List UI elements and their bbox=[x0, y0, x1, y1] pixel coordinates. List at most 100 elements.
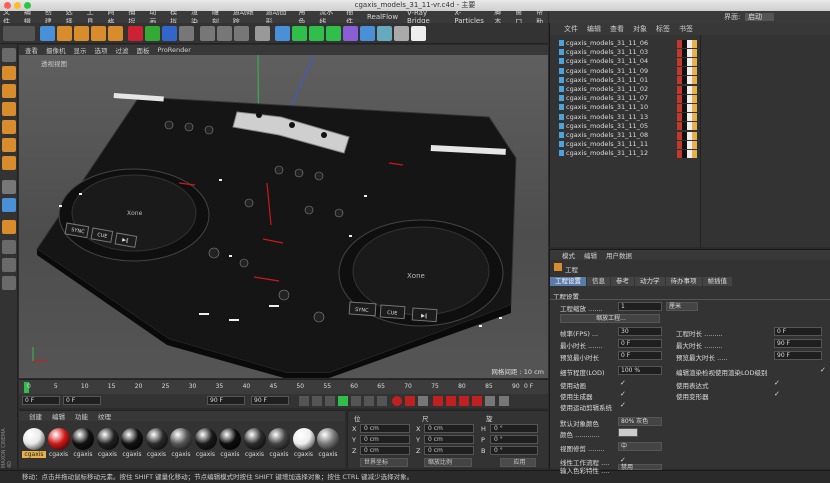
polygons-mode-icon[interactable] bbox=[2, 156, 16, 170]
material-label[interactable]: cgaxis bbox=[194, 451, 218, 458]
material-swatch[interactable] bbox=[121, 428, 143, 450]
prev-key-icon[interactable] bbox=[312, 396, 322, 406]
coord-scale-dropdown[interactable]: 缩放比例 bbox=[424, 458, 472, 467]
nurbs-icon[interactable] bbox=[326, 26, 341, 41]
material-label[interactable]: cgaxis bbox=[218, 451, 242, 458]
material-tags[interactable] bbox=[677, 131, 697, 140]
scale-unit-dropdown[interactable]: 厘米 bbox=[666, 302, 698, 311]
cube-icon[interactable] bbox=[275, 26, 290, 41]
material-menu-item[interactable]: 纹理 bbox=[98, 411, 111, 421]
timeline-ruler[interactable]: 0 5 10 15 20 25 30 35 40 45 50 55 60 65 70 75 80 85 90 0 F bbox=[19, 379, 548, 394]
use-expression-checkbox[interactable]: ✓ bbox=[774, 379, 780, 387]
object-name[interactable]: cgaxis_models_31_11_04 bbox=[566, 57, 648, 65]
pad-cue-right[interactable]: CUE bbox=[387, 310, 398, 317]
object-name[interactable]: cgaxis_models_31_11_06 bbox=[566, 39, 648, 47]
go-to-start-icon[interactable] bbox=[299, 396, 309, 406]
view-clip-dropdown[interactable]: 中 bbox=[618, 442, 662, 451]
min-time-value[interactable]: 0 F bbox=[618, 339, 662, 348]
subdivision-icon[interactable] bbox=[292, 26, 307, 41]
material-tags[interactable] bbox=[677, 48, 697, 57]
material-swatch[interactable] bbox=[170, 428, 192, 450]
object-menu-item[interactable]: 对象 bbox=[633, 24, 647, 34]
next-key-icon[interactable] bbox=[364, 396, 374, 406]
rotation-key-icon[interactable] bbox=[459, 396, 469, 406]
viewport-menu-item[interactable]: 摄像机 bbox=[46, 45, 66, 55]
material-tags[interactable] bbox=[677, 85, 697, 94]
axis-mode-icon[interactable] bbox=[2, 180, 16, 194]
coordinate-system-icon[interactable] bbox=[179, 26, 194, 41]
attr-tab[interactable]: 帧插值 bbox=[702, 277, 732, 286]
object-menu-item[interactable]: 标签 bbox=[656, 24, 670, 34]
material-label[interactable]: cgaxis bbox=[120, 451, 144, 458]
coord-pos-y[interactable]: 0 cm bbox=[360, 435, 410, 444]
material-label[interactable]: cgaxis bbox=[267, 451, 291, 458]
object-name[interactable]: cgaxis_models_31_11_05 bbox=[566, 122, 648, 130]
x-axis-lock-icon[interactable] bbox=[128, 26, 143, 41]
lod-value[interactable]: 100 % bbox=[618, 366, 662, 375]
object-menu-item[interactable]: 查看 bbox=[610, 24, 624, 34]
use-animation-checkbox[interactable]: ✓ bbox=[620, 379, 626, 387]
input-color-dropdown[interactable]: 禁用 bbox=[618, 464, 662, 471]
viewport-menu-item[interactable]: 面板 bbox=[137, 45, 150, 55]
pad-play-right[interactable]: ▶‖ bbox=[421, 313, 428, 319]
use-motion-checkbox[interactable]: ✓ bbox=[620, 401, 626, 409]
menu-item[interactable]: RealFlow bbox=[367, 13, 398, 21]
grid-icon[interactable] bbox=[377, 26, 392, 41]
object-name[interactable]: cgaxis_models_31_11_09 bbox=[566, 67, 648, 75]
material-swatch[interactable] bbox=[268, 428, 290, 450]
material-label[interactable]: cgaxis bbox=[145, 451, 169, 458]
viewport-menu-item[interactable]: ProRender bbox=[158, 46, 191, 54]
material-swatch[interactable] bbox=[219, 428, 241, 450]
use-generator-checkbox[interactable]: ✓ bbox=[620, 390, 626, 398]
coord-size-x[interactable]: 0 cm bbox=[424, 424, 474, 433]
attr-menu-item[interactable]: 模式 bbox=[562, 250, 575, 260]
material-tags[interactable] bbox=[677, 39, 697, 48]
current-frame-field[interactable]: 0 F bbox=[63, 396, 101, 405]
y-axis-lock-icon[interactable] bbox=[145, 26, 160, 41]
attr-tab[interactable]: 动力学 bbox=[635, 277, 665, 286]
material-tags[interactable] bbox=[677, 113, 697, 122]
coord-rot-p[interactable]: 0 ° bbox=[490, 435, 538, 444]
material-swatch[interactable] bbox=[145, 428, 168, 450]
material-tags[interactable] bbox=[677, 103, 697, 112]
move-icon[interactable] bbox=[57, 26, 72, 41]
material-tags[interactable] bbox=[677, 57, 697, 66]
material-label[interactable]: cgaxis bbox=[47, 451, 71, 458]
undo-redo-icon[interactable] bbox=[3, 26, 35, 41]
recent-tools-icon[interactable] bbox=[108, 26, 123, 41]
play-icon[interactable] bbox=[338, 396, 348, 406]
preview-min-value[interactable]: 0 F bbox=[618, 351, 662, 360]
texture-mode-icon[interactable] bbox=[2, 84, 16, 98]
coord-pos-x[interactable]: 0 cm bbox=[360, 424, 410, 433]
start-frame-field[interactable]: 0 F bbox=[22, 396, 60, 405]
use-deformer-checkbox[interactable]: ✓ bbox=[774, 390, 780, 398]
object-name[interactable]: cgaxis_models_31_11_12 bbox=[566, 149, 648, 157]
object-name[interactable]: cgaxis_models_31_11_02 bbox=[566, 85, 648, 93]
light-icon[interactable] bbox=[411, 26, 426, 41]
minimize-window-button[interactable] bbox=[14, 2, 21, 9]
pla-key-icon[interactable] bbox=[485, 396, 495, 406]
material-tags[interactable] bbox=[677, 140, 697, 149]
object-name[interactable]: cgaxis_models_31_11_07 bbox=[566, 94, 648, 102]
lod-render-checkbox[interactable]: ✓ bbox=[820, 366, 826, 374]
attr-tab[interactable]: 信息 bbox=[587, 277, 610, 286]
snap-icon[interactable] bbox=[2, 220, 16, 234]
object-name[interactable]: cgaxis_models_31_11_08 bbox=[566, 131, 648, 139]
pad-sync-right[interactable]: SYNC bbox=[355, 307, 369, 314]
fps-value[interactable]: 30 bbox=[618, 327, 662, 336]
viewport-menu-item[interactable]: 查看 bbox=[25, 45, 38, 55]
render-settings-icon[interactable] bbox=[234, 26, 249, 41]
prev-frame-icon[interactable] bbox=[325, 396, 335, 406]
edges-mode-icon[interactable] bbox=[2, 138, 16, 152]
model-mode-icon[interactable] bbox=[2, 66, 16, 80]
coord-mode-dropdown[interactable]: 世界坐标 bbox=[360, 458, 408, 467]
default-color-dropdown[interactable]: 80% 灰色 bbox=[618, 417, 662, 426]
coord-rot-b[interactable]: 0 ° bbox=[490, 446, 538, 455]
object-name[interactable]: cgaxis_models_31_11_10 bbox=[566, 103, 648, 111]
viewport-menu-item[interactable]: 选项 bbox=[95, 45, 108, 55]
deformer-icon[interactable] bbox=[343, 26, 358, 41]
object-menu-item[interactable]: 编辑 bbox=[587, 24, 601, 34]
interface-dropdown[interactable]: 启动 bbox=[745, 13, 774, 21]
keyframe-selection-icon[interactable] bbox=[418, 396, 428, 406]
linear-workflow-checkbox[interactable]: ✓ bbox=[620, 456, 626, 464]
